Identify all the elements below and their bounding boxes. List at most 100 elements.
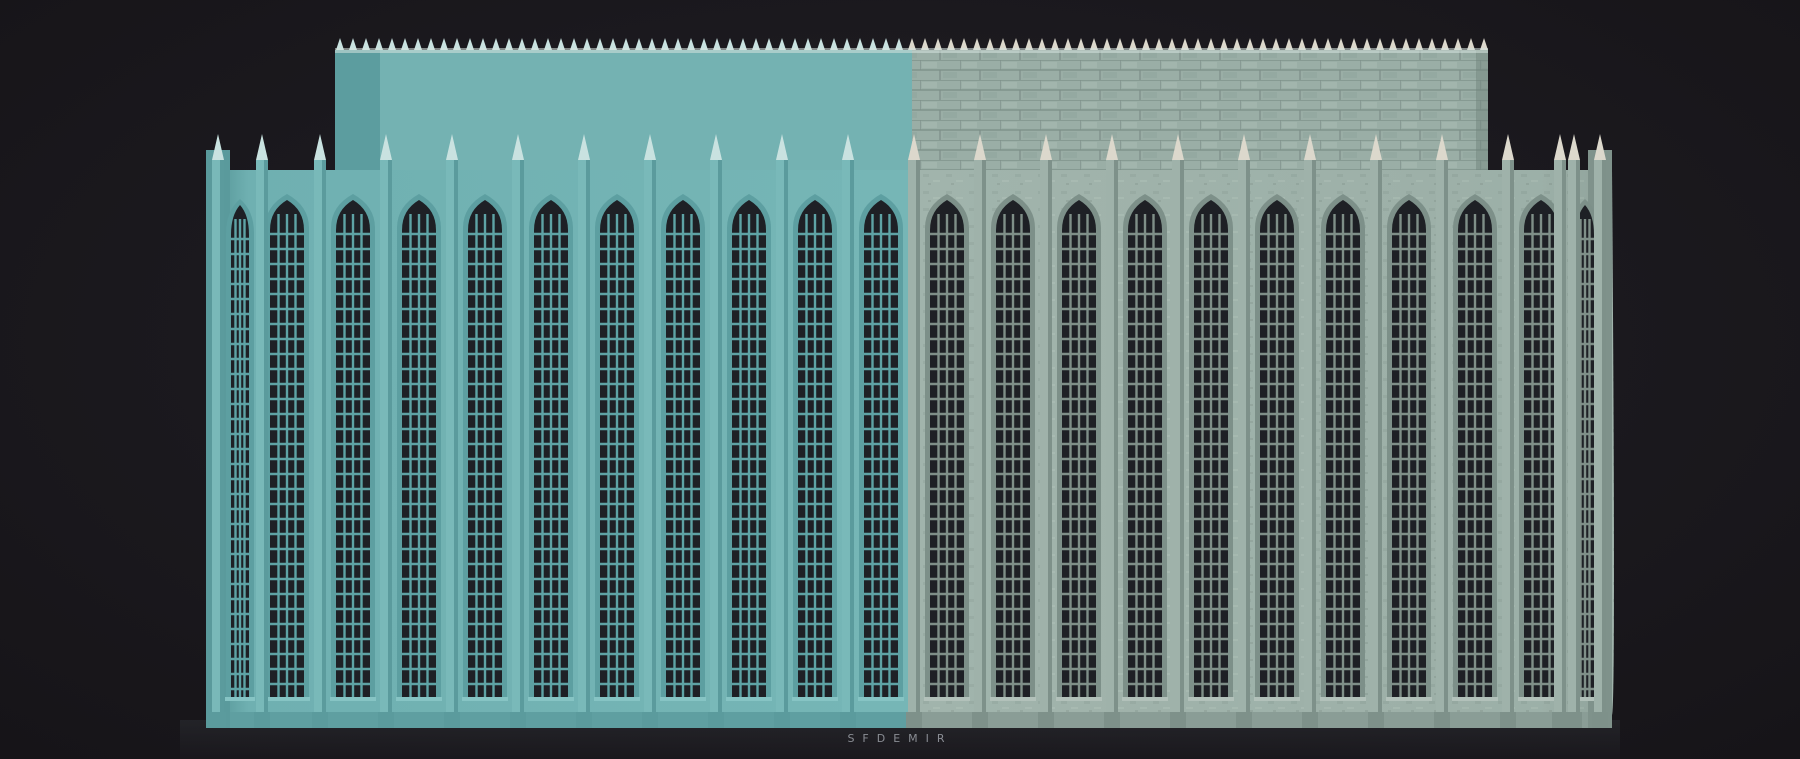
battlement-rim xyxy=(335,48,1488,53)
buttress xyxy=(1302,134,1318,728)
buttress-foot xyxy=(972,712,988,728)
buttress xyxy=(906,134,922,728)
lancet-window xyxy=(396,194,442,701)
lancet-window xyxy=(264,194,310,701)
buttress-foot xyxy=(1038,712,1054,728)
buttress xyxy=(774,134,790,728)
buttress xyxy=(1368,134,1384,728)
window-sill xyxy=(264,697,310,701)
buttress-foot xyxy=(1500,712,1516,728)
buttress-foot xyxy=(1592,712,1608,728)
buttress xyxy=(510,134,526,728)
buttress-shadow xyxy=(322,160,326,728)
buttress xyxy=(1104,134,1120,728)
buttress-shadow xyxy=(916,160,920,728)
buttress-foot xyxy=(210,712,226,728)
lancet-window xyxy=(990,194,1036,701)
buttress-shadow xyxy=(1378,160,1382,728)
buttress-foot xyxy=(312,712,328,728)
buttress xyxy=(1236,134,1252,728)
buttress-shadow xyxy=(1444,160,1448,728)
buttress xyxy=(210,134,226,728)
pinnacle-spike xyxy=(314,134,326,160)
pinnacle-spike xyxy=(1594,134,1606,160)
window-sill xyxy=(330,697,376,701)
window-sill xyxy=(1056,697,1102,701)
edge-window xyxy=(225,199,255,701)
buttress xyxy=(972,134,988,728)
buttress-shadow xyxy=(1246,160,1250,728)
lancet-window xyxy=(792,194,838,701)
render-stage: SFDEMIR xyxy=(0,0,1800,759)
buttress xyxy=(840,134,856,728)
buttress-foot xyxy=(510,712,526,728)
lancet-window xyxy=(330,194,376,701)
window-sill xyxy=(594,697,640,701)
buttress-shadow xyxy=(850,160,854,728)
buttress xyxy=(1038,134,1054,728)
buttress-foot xyxy=(1236,712,1252,728)
buttress-foot xyxy=(708,712,724,728)
lancet-window xyxy=(1254,194,1300,701)
pinnacle-spike xyxy=(1568,134,1580,160)
buttress-shadow xyxy=(718,160,722,728)
back-wall-edge xyxy=(335,50,380,180)
buttress-shadow xyxy=(454,160,458,728)
window-sill xyxy=(1452,697,1498,701)
window-sill xyxy=(462,697,508,701)
buttress-foot xyxy=(774,712,790,728)
buttress-foot xyxy=(576,712,592,728)
buttress-shadow xyxy=(388,160,392,728)
lancet-window xyxy=(594,194,640,701)
buttress-foot xyxy=(1566,712,1582,728)
pinnacle-spike xyxy=(256,134,268,160)
lancet-window xyxy=(1320,194,1366,701)
buttress xyxy=(642,134,658,728)
pinnacle-spike xyxy=(212,134,224,160)
buttress-foot xyxy=(1302,712,1318,728)
buttress xyxy=(708,134,724,728)
buttress-shadow xyxy=(586,160,590,728)
window-sill xyxy=(990,697,1036,701)
buttress-foot xyxy=(254,712,270,728)
plinth-untextured xyxy=(206,712,912,728)
buttress-shadow xyxy=(520,160,524,728)
lancet-window xyxy=(528,194,574,701)
buttress xyxy=(1552,134,1568,728)
buttress xyxy=(444,134,460,728)
buttress-shadow xyxy=(1602,160,1606,728)
window-sill xyxy=(1188,697,1234,701)
lancet-window xyxy=(1122,194,1168,701)
lancet-window xyxy=(726,194,772,701)
buttress-foot xyxy=(840,712,856,728)
battlement-spikes xyxy=(335,38,1488,53)
lancet-window xyxy=(858,194,904,701)
gothic-building-illustration xyxy=(180,38,1620,759)
buttress-shadow xyxy=(1510,160,1514,728)
window-sill xyxy=(660,697,706,701)
window-sill xyxy=(924,697,970,701)
buttress-shadow xyxy=(1114,160,1118,728)
buttress-shadow xyxy=(1576,160,1580,728)
buttress xyxy=(1500,134,1516,728)
lancet-window xyxy=(1452,194,1498,701)
buttress-shadow xyxy=(264,160,268,728)
buttress-shadow xyxy=(220,160,224,728)
lancet-window xyxy=(1188,194,1234,701)
buttress-foot xyxy=(906,712,922,728)
buttress-shadow xyxy=(784,160,788,728)
back-wall-plain xyxy=(335,50,912,180)
buttress-shadow xyxy=(1562,160,1566,728)
pinnacle-spike xyxy=(1502,134,1514,160)
buttress-foot xyxy=(1170,712,1186,728)
buttress xyxy=(576,134,592,728)
window-sill xyxy=(396,697,442,701)
window-sill xyxy=(792,697,838,701)
window-sill xyxy=(1320,697,1366,701)
buttress-foot xyxy=(1434,712,1450,728)
window-sill xyxy=(1122,697,1168,701)
back-wall-bricks xyxy=(912,50,1488,180)
back-wall-shadow xyxy=(1476,50,1488,180)
lancet-window xyxy=(924,194,970,701)
lancet-window xyxy=(1056,194,1102,701)
